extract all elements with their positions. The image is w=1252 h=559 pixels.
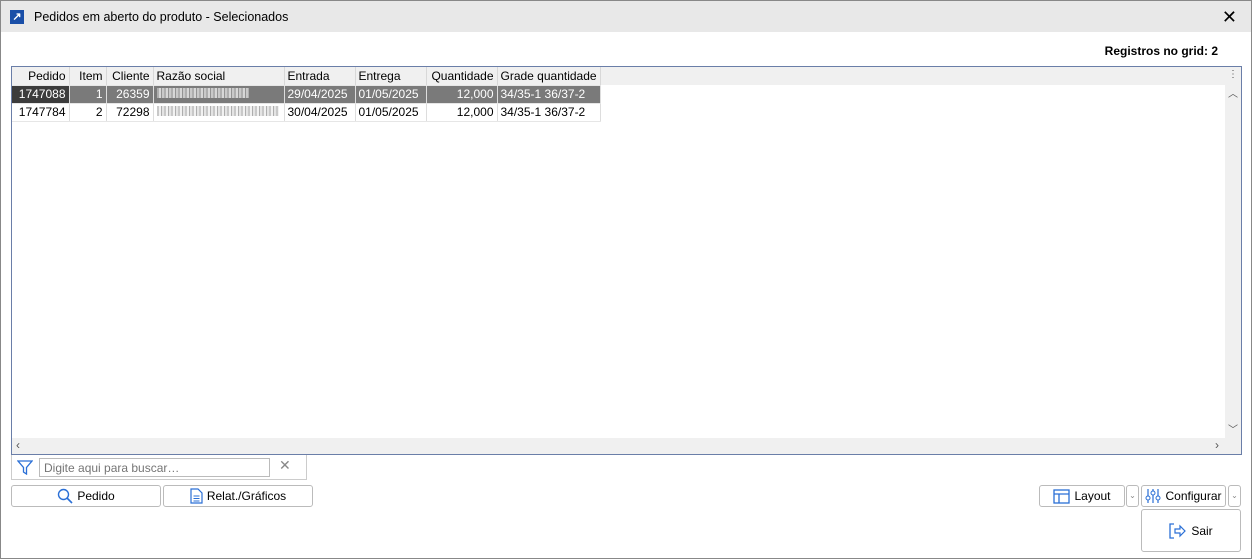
cell-razao-redacted	[153, 85, 285, 104]
cell-item: 1	[69, 85, 107, 104]
exit-icon	[1169, 522, 1187, 539]
configurar-label: Configurar	[1165, 489, 1222, 503]
filter-icon[interactable]	[17, 459, 33, 475]
configurar-dropdown[interactable]: ⌄	[1228, 485, 1241, 507]
cell-pedido: 1747784	[12, 103, 70, 122]
cell-quantidade: 12,000	[426, 85, 498, 104]
scroll-down-icon[interactable]: ﹀	[1225, 421, 1241, 436]
cell-entrada: 29/04/2025	[284, 85, 356, 104]
window-title: Pedidos em aberto do produto - Seleciona…	[34, 9, 289, 24]
table-row[interactable]: 1747784 2 72298 30/04/2025 01/05/2025 12…	[12, 103, 601, 122]
cell-entrega: 01/05/2025	[355, 103, 427, 122]
relat-label: Relat./Gráficos	[206, 489, 287, 503]
data-grid: Pedido Item Cliente Razão social Entrada…	[11, 66, 1242, 455]
header-fill	[599, 67, 1225, 85]
layout-button[interactable]: Layout	[1039, 485, 1125, 507]
scroll-left-icon[interactable]: ‹	[16, 438, 20, 452]
cell-entrega: 01/05/2025	[355, 85, 427, 104]
scroll-right-icon[interactable]: ›	[1215, 438, 1219, 452]
pedido-button[interactable]: Pedido	[11, 485, 161, 507]
column-menu-icon[interactable]: ⋮	[1225, 67, 1241, 85]
cell-razao-redacted	[153, 103, 285, 122]
col-entrada[interactable]: Entrada	[284, 67, 356, 86]
col-entrega[interactable]: Entrega	[355, 67, 427, 86]
cell-pedido: 1747088	[12, 85, 70, 104]
title-bar: ↗ Pedidos em aberto do produto - Selecio…	[1, 1, 1251, 32]
cell-grade: 34/35-1 36/37-2	[497, 85, 601, 104]
col-item[interactable]: Item	[69, 67, 107, 86]
sair-label: Sair	[1191, 523, 1213, 538]
relat-graficos-button[interactable]: Relat./Gráficos	[163, 485, 313, 507]
app-icon: ↗	[10, 9, 24, 24]
col-quantidade[interactable]: Quantidade	[426, 67, 498, 86]
col-razao[interactable]: Razão social	[153, 67, 285, 86]
cell-item: 2	[69, 103, 107, 122]
sair-button[interactable]: Sair	[1141, 509, 1241, 552]
table-row[interactable]: 1747088 1 26359 29/04/2025 01/05/2025 12…	[12, 85, 601, 104]
document-icon	[190, 488, 203, 504]
cell-grade: 34/35-1 36/37-2	[497, 103, 601, 122]
search-icon	[58, 488, 73, 504]
horizontal-scrollbar[interactable]: ‹ ›	[12, 438, 1241, 454]
sliders-icon	[1145, 489, 1161, 503]
col-pedido[interactable]: Pedido	[12, 67, 70, 86]
col-cliente[interactable]: Cliente	[106, 67, 154, 86]
vertical-scrollbar[interactable]: ⋮ ︿ ﹀	[1225, 67, 1241, 438]
configurar-button[interactable]: Configurar	[1141, 485, 1226, 507]
records-count: Registros no grid: 2	[1104, 44, 1218, 58]
scroll-up-icon[interactable]: ︿	[1225, 85, 1241, 100]
cell-quantidade: 12,000	[426, 103, 498, 122]
layout-icon	[1053, 488, 1071, 504]
search-input[interactable]	[39, 458, 270, 477]
cell-entrada: 30/04/2025	[284, 103, 356, 122]
cell-cliente: 72298	[106, 103, 154, 122]
layout-label: Layout	[1074, 489, 1111, 503]
dialog-window: ↗ Pedidos em aberto do produto - Selecio…	[0, 0, 1252, 559]
cell-cliente: 26359	[106, 85, 154, 104]
header-row: Pedido Item Cliente Razão social Entrada…	[12, 67, 601, 86]
close-button[interactable]: ✕	[1222, 7, 1237, 28]
pedido-label: Pedido	[77, 489, 115, 503]
col-grade[interactable]: Grade quantidade	[497, 67, 601, 86]
layout-dropdown[interactable]: ⌄	[1126, 485, 1139, 507]
clear-search-icon[interactable]: ✕	[279, 457, 291, 474]
